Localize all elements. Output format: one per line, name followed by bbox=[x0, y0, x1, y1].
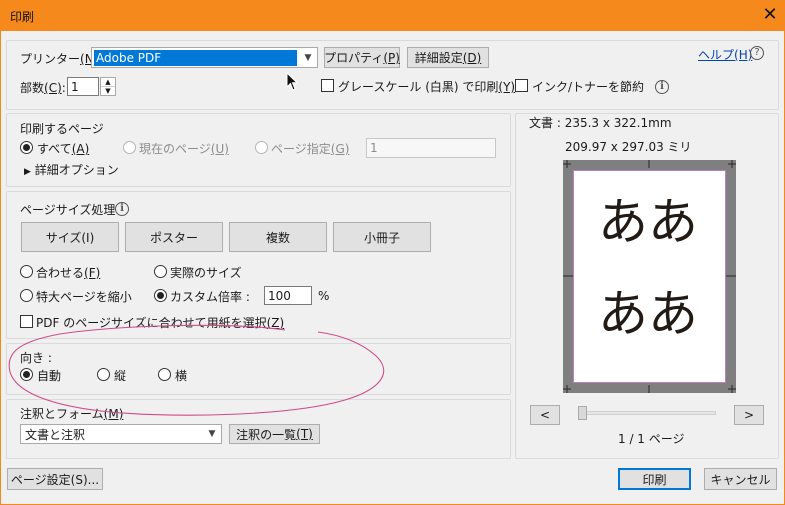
booklet-button[interactable]: 小冊子 bbox=[333, 222, 431, 252]
title-bar bbox=[0, 0, 785, 31]
comments-dropdown[interactable]: 文書と注釈 ▼ bbox=[20, 424, 222, 444]
pages-range-radio[interactable] bbox=[255, 141, 268, 154]
pages-all-label: すべて(A) bbox=[37, 142, 90, 156]
copies-stepper[interactable]: ▲ ▼ bbox=[100, 77, 116, 96]
grayscale-checkbox[interactable] bbox=[321, 79, 334, 92]
multiple-button[interactable]: 複数 bbox=[229, 222, 327, 252]
printer-selected-value: Adobe PDF bbox=[94, 49, 297, 66]
stepper-down-icon[interactable]: ▼ bbox=[101, 87, 115, 95]
custom-scale-radio[interactable] bbox=[154, 289, 167, 302]
comments-selected-value: 文書と注釈 bbox=[25, 427, 86, 442]
pages-current-label: 現在のページ(U) bbox=[139, 142, 229, 156]
page-range-input[interactable]: 1 bbox=[366, 138, 496, 158]
custom-scale-value: 100 bbox=[268, 288, 291, 303]
actual-size-radio[interactable] bbox=[154, 265, 167, 278]
stepper-up-icon[interactable]: ▲ bbox=[101, 78, 115, 87]
save-ink-checkbox[interactable] bbox=[515, 79, 528, 92]
cancel-button[interactable]: キャンセル bbox=[704, 468, 777, 490]
next-page-button[interactable]: > bbox=[734, 405, 764, 425]
more-options-toggle[interactable]: ▶ 詳細オプション bbox=[24, 161, 119, 178]
paper-size: 209.97 x 297.03 ミリ bbox=[565, 140, 692, 154]
help-link[interactable]: ヘルプ(H) bbox=[698, 46, 752, 63]
custom-scale-label: カスタム倍率 : bbox=[170, 290, 250, 304]
custom-scale-input[interactable]: 100 bbox=[264, 286, 312, 305]
copies-label: 部数(C): bbox=[20, 81, 66, 95]
pages-heading: 印刷するページ bbox=[20, 122, 104, 136]
shrink-radio[interactable] bbox=[20, 289, 33, 302]
pages-range-label: ページ指定(G) bbox=[271, 142, 350, 156]
print-button[interactable]: 印刷 bbox=[618, 468, 691, 490]
sizing-heading: ページサイズ処理 bbox=[20, 203, 116, 217]
prev-page-button[interactable]: < bbox=[530, 405, 560, 425]
mouse-cursor-icon bbox=[286, 72, 299, 91]
grayscale-label: グレースケール (白黒) で印刷(Y) bbox=[338, 80, 516, 94]
chevron-down-icon: ▼ bbox=[304, 52, 312, 63]
page-range-value: 1 bbox=[370, 141, 378, 155]
page-indicator: 1 / 1 ページ bbox=[618, 432, 685, 446]
actual-size-label: 実際のサイズ bbox=[170, 266, 242, 280]
properties-button[interactable]: プロパティ (P) bbox=[324, 47, 400, 68]
preview-text-line-2: ああ bbox=[598, 285, 698, 343]
copies-value: 1 bbox=[71, 79, 79, 94]
page-setup-button[interactable]: ページ設定(S)... bbox=[7, 468, 103, 490]
preview-text-line-1: ああ bbox=[598, 193, 698, 251]
printer-dropdown[interactable]: Adobe PDF ▼ bbox=[91, 47, 318, 68]
window-title: 印刷 bbox=[10, 10, 35, 24]
pages-all-radio[interactable] bbox=[20, 141, 33, 154]
fit-label: 合わせる(F) bbox=[36, 266, 101, 280]
page-slider-track[interactable] bbox=[578, 411, 716, 415]
fit-radio[interactable] bbox=[20, 265, 33, 278]
copies-input[interactable]: 1 bbox=[67, 77, 99, 96]
close-icon[interactable]: ✕ bbox=[760, 3, 780, 27]
size-button[interactable]: サイズ(I) bbox=[21, 222, 119, 252]
document-size: 文書 : 235.3 x 322.1mm bbox=[529, 116, 672, 130]
save-ink-label: インク/トナーを節約 bbox=[532, 80, 645, 94]
annotation-ellipse bbox=[8, 324, 385, 416]
chevron-down-icon: ▼ bbox=[208, 429, 216, 439]
sizing-info-icon[interactable]: i bbox=[115, 202, 129, 216]
triangle-right-icon: ▶ bbox=[24, 167, 31, 177]
summarize-comments-button[interactable]: 注釈の一覧 (T) bbox=[229, 424, 320, 444]
page-slider-thumb[interactable] bbox=[578, 406, 587, 420]
info-icon[interactable]: i bbox=[655, 80, 669, 94]
percent-label: % bbox=[318, 289, 330, 303]
poster-button[interactable]: ポスター bbox=[125, 222, 223, 252]
help-icon[interactable]: ? bbox=[750, 46, 764, 60]
shrink-label: 特大ページを縮小 bbox=[36, 290, 132, 304]
advanced-button[interactable]: 詳細設定 (D) bbox=[407, 47, 489, 68]
pages-current-radio[interactable] bbox=[123, 141, 136, 154]
